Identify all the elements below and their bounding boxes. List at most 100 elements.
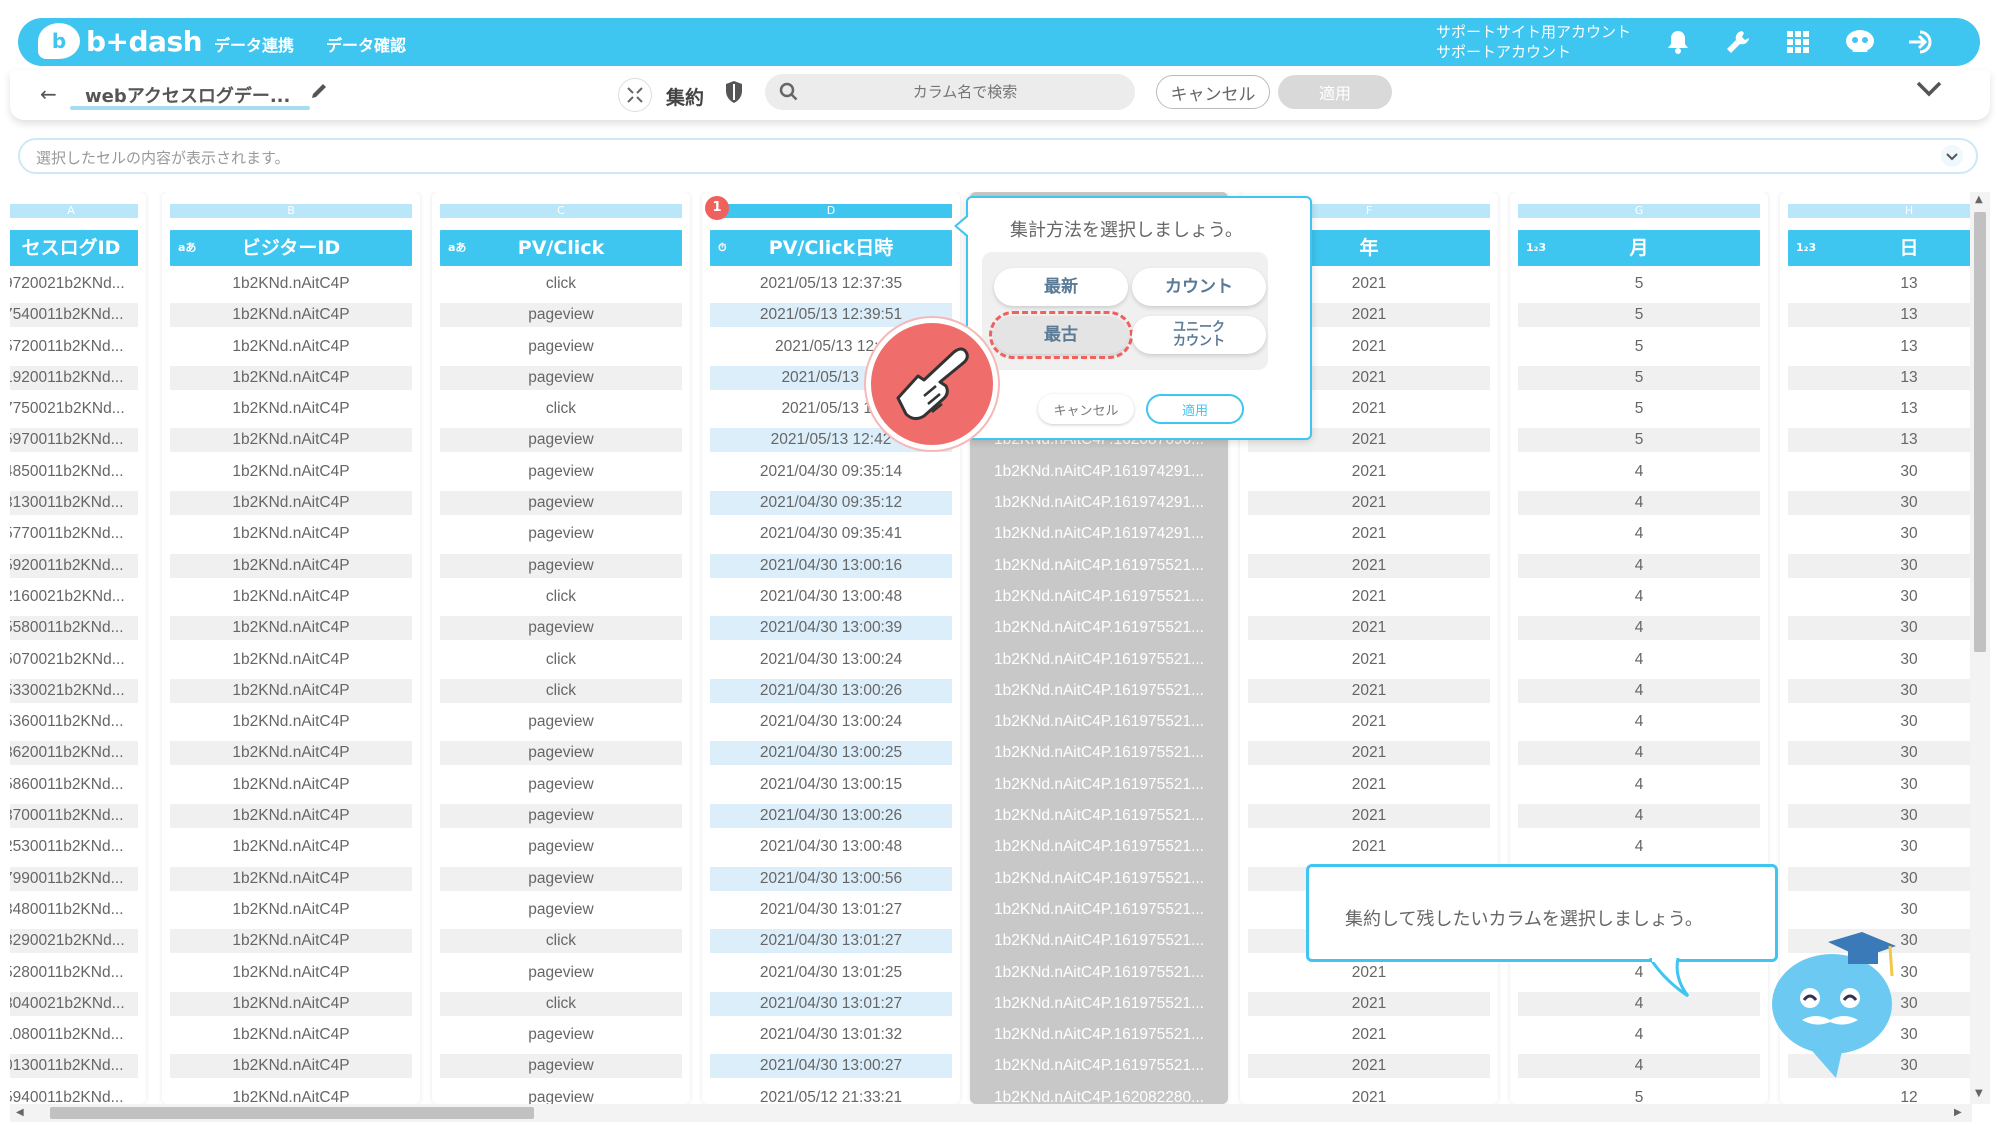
table-cell[interactable]: 2021 <box>1248 773 1490 797</box>
chevron-down-icon[interactable] <box>1940 144 1964 172</box>
table-cell[interactable]: 4850011b2KNd... <box>10 460 138 484</box>
table-cell[interactable]: 1b2KNd.nAitC4P <box>170 929 412 954</box>
table-cell[interactable]: 1b2KNd.nAitC4P <box>170 898 412 922</box>
table-cell[interactable]: 1b2KNd.nAitC4P <box>170 397 412 421</box>
table-cell[interactable]: 5 <box>1518 272 1760 296</box>
table-cell[interactable]: 1b2KNd.nAitC4P <box>170 365 412 390</box>
table-cell[interactable]: 2160021b2KNd... <box>10 585 138 609</box>
table-cell[interactable]: 2021/04/30 13:00:27 <box>710 1054 952 1079</box>
table-cell[interactable]: 1b2KNd.nAitC4P <box>170 804 412 829</box>
table-cell[interactable]: 5 <box>1518 428 1760 453</box>
account-info[interactable]: サポートサイト用アカウント サポートアカウント <box>1436 22 1631 62</box>
vertical-scroll-thumb[interactable] <box>1974 212 1986 652</box>
table-cell[interactable]: 2021 <box>1248 804 1490 829</box>
table-cell[interactable]: 30 <box>1788 522 1972 546</box>
table-cell[interactable]: 2021/04/30 09:35:12 <box>710 491 952 516</box>
table-cell[interactable]: 1b2KNd.nAitC4P.161974291... <box>978 460 1220 484</box>
table-cell[interactable]: 2021 <box>1248 1023 1490 1047</box>
table-cell[interactable]: 5860011b2KNd... <box>10 773 138 797</box>
table-cell[interactable]: 5 <box>1518 303 1760 328</box>
logo[interactable]: b b+dash <box>38 23 203 59</box>
column-letter[interactable]: G <box>1518 204 1760 218</box>
table-cell[interactable]: 1b2KNd.nAitC4P.161975521... <box>978 867 1220 891</box>
table-cell[interactable]: 2021/05/13 12:37:35 <box>710 272 952 296</box>
table-cell[interactable]: 2021/04/30 13:00:48 <box>710 835 952 859</box>
table-cell[interactable]: 1b2KNd.nAitC4P <box>170 460 412 484</box>
table-cell[interactable]: 4 <box>1518 648 1760 672</box>
table-cell[interactable]: 13 <box>1788 428 1972 453</box>
table-cell[interactable]: 1b2KNd.nAitC4P <box>170 616 412 641</box>
table-cell[interactable]: 13 <box>1788 272 1972 296</box>
table-cell[interactable]: 1b2KNd.nAitC4P <box>170 773 412 797</box>
popup-cancel-button[interactable]: キャンセル <box>1038 394 1134 424</box>
table-cell[interactable]: 1b2KNd.nAitC4P <box>170 835 412 859</box>
table-cell[interactable]: 3480011b2KNd... <box>10 898 138 922</box>
table-cell[interactable]: 2021 <box>1248 1054 1490 1079</box>
column-letter[interactable]: H <box>1788 204 1972 218</box>
column-g[interactable]: G 1₂3 月 5 5 5 5 5 5 4 4 4 4 4 4 4 4 4 4 4 4 4 4 4 4 4 5 <box>1510 192 1768 1104</box>
table-cell[interactable]: pageview <box>440 460 682 484</box>
table-cell[interactable]: 2021/04/30 13:01:27 <box>710 991 952 1016</box>
table-cell[interactable]: 1920011b2KNd... <box>10 365 138 390</box>
table-cell[interactable]: 30 <box>1788 648 1972 672</box>
search-input[interactable] <box>815 74 1115 110</box>
table-cell[interactable]: 1b2KNd.nAitC4P <box>170 553 412 578</box>
table-cell[interactable]: 5 <box>1518 365 1760 390</box>
table-cell[interactable]: 13 <box>1788 365 1972 390</box>
table-cell[interactable]: 1b2KNd.nAitC4P <box>170 522 412 546</box>
bell-icon[interactable] <box>1662 26 1694 58</box>
option-latest[interactable]: 最新 <box>994 268 1128 306</box>
vertical-scrollbar[interactable]: ▲ ▼ <box>1970 192 1990 1104</box>
scroll-right-arrow-icon[interactable]: ▶ <box>1954 1107 1962 1118</box>
table-cell[interactable]: 2021 <box>1248 991 1490 1016</box>
table-cell[interactable]: 2530011b2KNd... <box>10 835 138 859</box>
table-cell[interactable]: 13 <box>1788 397 1972 421</box>
table-cell[interactable]: 30 <box>1788 835 1972 859</box>
aggregate-icon[interactable] <box>618 78 652 112</box>
table-cell[interactable]: click <box>440 272 682 296</box>
table-cell[interactable]: 4 <box>1518 522 1760 546</box>
logout-icon[interactable] <box>1906 26 1938 58</box>
column-a[interactable]: A セスログID 9720021b2KNd... 7540011b2KNd... 572… <box>10 192 146 1104</box>
table-cell[interactable]: 30 <box>1788 866 1972 891</box>
table-cell[interactable]: 30 <box>1788 491 1972 516</box>
table-cell[interactable]: 1b2KNd.nAitC4P <box>170 991 412 1016</box>
table-cell[interactable]: 2021 <box>1248 491 1490 516</box>
table-cell[interactable]: 30 <box>1788 460 1972 484</box>
table-cell[interactable]: 2021 <box>1248 741 1490 766</box>
table-cell[interactable]: 1b2KNd.nAitC4P <box>170 585 412 609</box>
table-cell[interactable]: 5330021b2KNd... <box>10 678 138 703</box>
table-cell[interactable]: 1b2KNd.nAitC4P <box>170 1023 412 1047</box>
table-cell[interactable]: 2021/04/30 13:00:24 <box>710 648 952 672</box>
table-cell[interactable]: 1b2KNd.nAitC4P.161975521... <box>978 961 1220 985</box>
table-cell[interactable]: 2021/04/30 13:01:27 <box>710 898 952 922</box>
table-cell[interactable]: pageview <box>440 365 682 390</box>
table-cell[interactable]: pageview <box>440 710 682 734</box>
table-cell[interactable]: 1b2KNd.nAitC4P <box>170 1054 412 1079</box>
table-cell[interactable]: 5070021b2KNd... <box>10 648 138 672</box>
table-cell[interactable]: 7990011b2KNd... <box>10 866 138 891</box>
column-header[interactable]: 1₂3 日 <box>1788 230 1972 266</box>
table-cell[interactable]: 4 <box>1518 678 1760 703</box>
scroll-left-arrow-icon[interactable]: ◀ <box>16 1107 24 1118</box>
scroll-down-arrow-icon[interactable]: ▼ <box>1975 1088 1983 1099</box>
table-cell[interactable]: 4 <box>1518 460 1760 484</box>
wrench-icon[interactable] <box>1722 26 1754 58</box>
chevron-down-icon[interactable] <box>1916 80 1942 102</box>
table-cell[interactable]: 2021/04/30 13:00:25 <box>710 741 952 766</box>
table-cell[interactable]: 4 <box>1518 1054 1760 1079</box>
column-c[interactable]: Caあ PV/Click click pageview pageview pageview… <box>432 192 690 1104</box>
table-cell[interactable]: 1b2KNd.nAitC4P <box>170 678 412 703</box>
table-cell[interactable]: 30 <box>1788 741 1972 766</box>
file-name[interactable]: webアクセスログデー... <box>85 82 290 108</box>
table-cell[interactable]: 4 <box>1518 773 1760 797</box>
table-cell[interactable]: 4 <box>1518 961 1760 985</box>
table-cell[interactable]: 12 <box>1788 1086 1972 1104</box>
table-cell[interactable]: 7540011b2KNd... <box>10 303 138 328</box>
table-cell[interactable]: 1b2KNd.nAitC4P <box>170 272 412 296</box>
table-cell[interactable]: click <box>440 929 682 954</box>
table-cell[interactable]: 5 <box>1518 1086 1760 1104</box>
table-cell[interactable]: 4 <box>1518 585 1760 609</box>
table-cell[interactable]: 3290021b2KNd... <box>10 929 138 954</box>
table-cell[interactable]: 1b2KNd.nAitC4P <box>170 303 412 328</box>
